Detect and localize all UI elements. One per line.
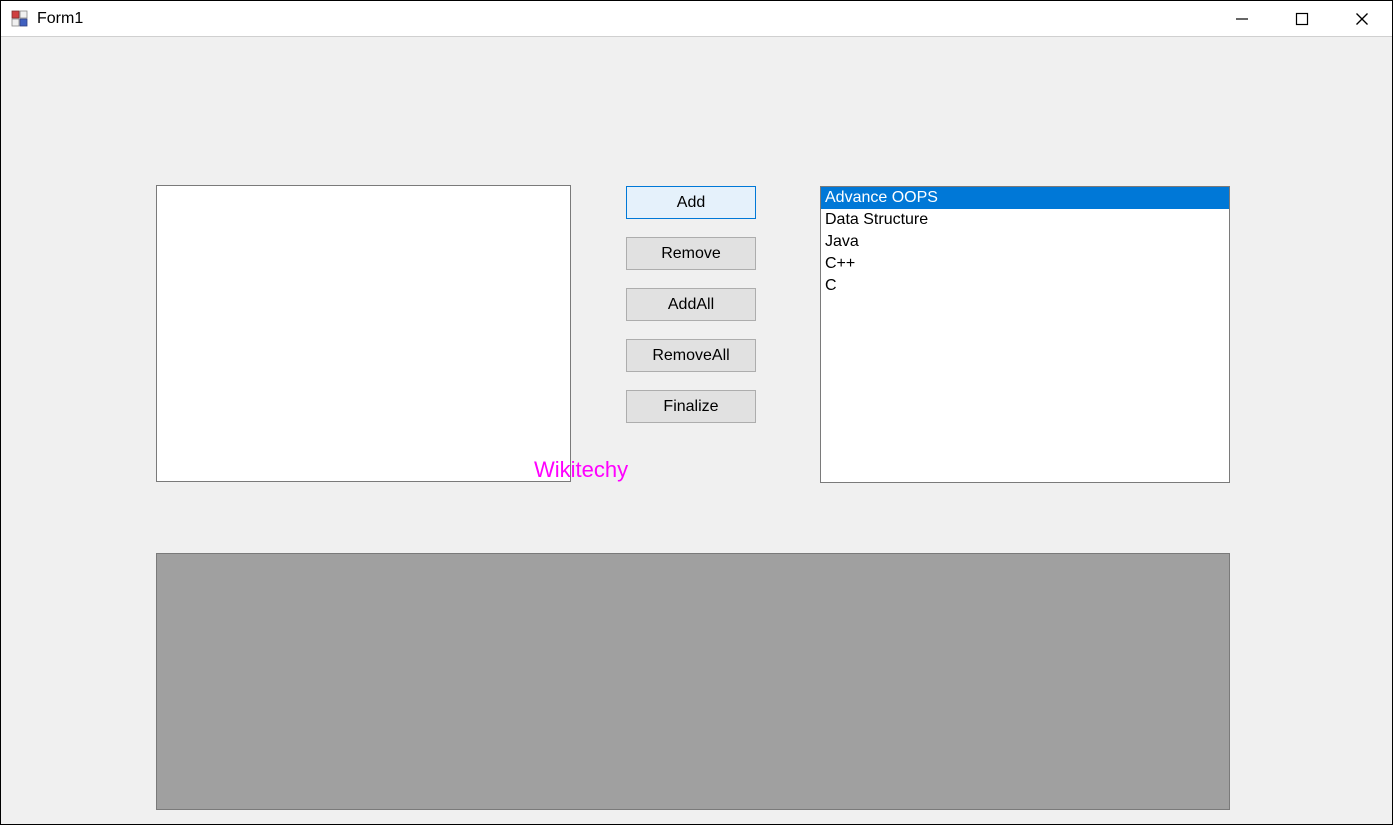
finalize-button[interactable]: Finalize	[626, 390, 756, 423]
window-controls	[1212, 1, 1392, 37]
app-icon	[11, 10, 29, 28]
watermark-label: Wikitechy	[534, 457, 628, 483]
right-listbox[interactable]: Advance OOPSData StructureJavaC++C	[820, 186, 1230, 483]
list-item[interactable]: Java	[821, 231, 1229, 253]
client-area: Add Remove AddAll RemoveAll Finalize Adv…	[1, 37, 1392, 824]
list-item[interactable]: C	[821, 275, 1229, 297]
close-button[interactable]	[1332, 1, 1392, 37]
window: Form1 Add Remove AddAll RemoveAll Finali…	[0, 0, 1393, 825]
add-button[interactable]: Add	[626, 186, 756, 219]
addall-button[interactable]: AddAll	[626, 288, 756, 321]
list-item[interactable]: Advance OOPS	[821, 187, 1229, 209]
left-listbox[interactable]	[156, 185, 571, 482]
window-title: Form1	[37, 10, 83, 28]
titlebar[interactable]: Form1	[1, 1, 1392, 37]
minimize-button[interactable]	[1212, 1, 1272, 37]
list-item[interactable]: C++	[821, 253, 1229, 275]
maximize-button[interactable]	[1272, 1, 1332, 37]
output-panel[interactable]	[156, 553, 1230, 810]
remove-button[interactable]: Remove	[626, 237, 756, 270]
removeall-button[interactable]: RemoveAll	[626, 339, 756, 372]
list-item[interactable]: Data Structure	[821, 209, 1229, 231]
